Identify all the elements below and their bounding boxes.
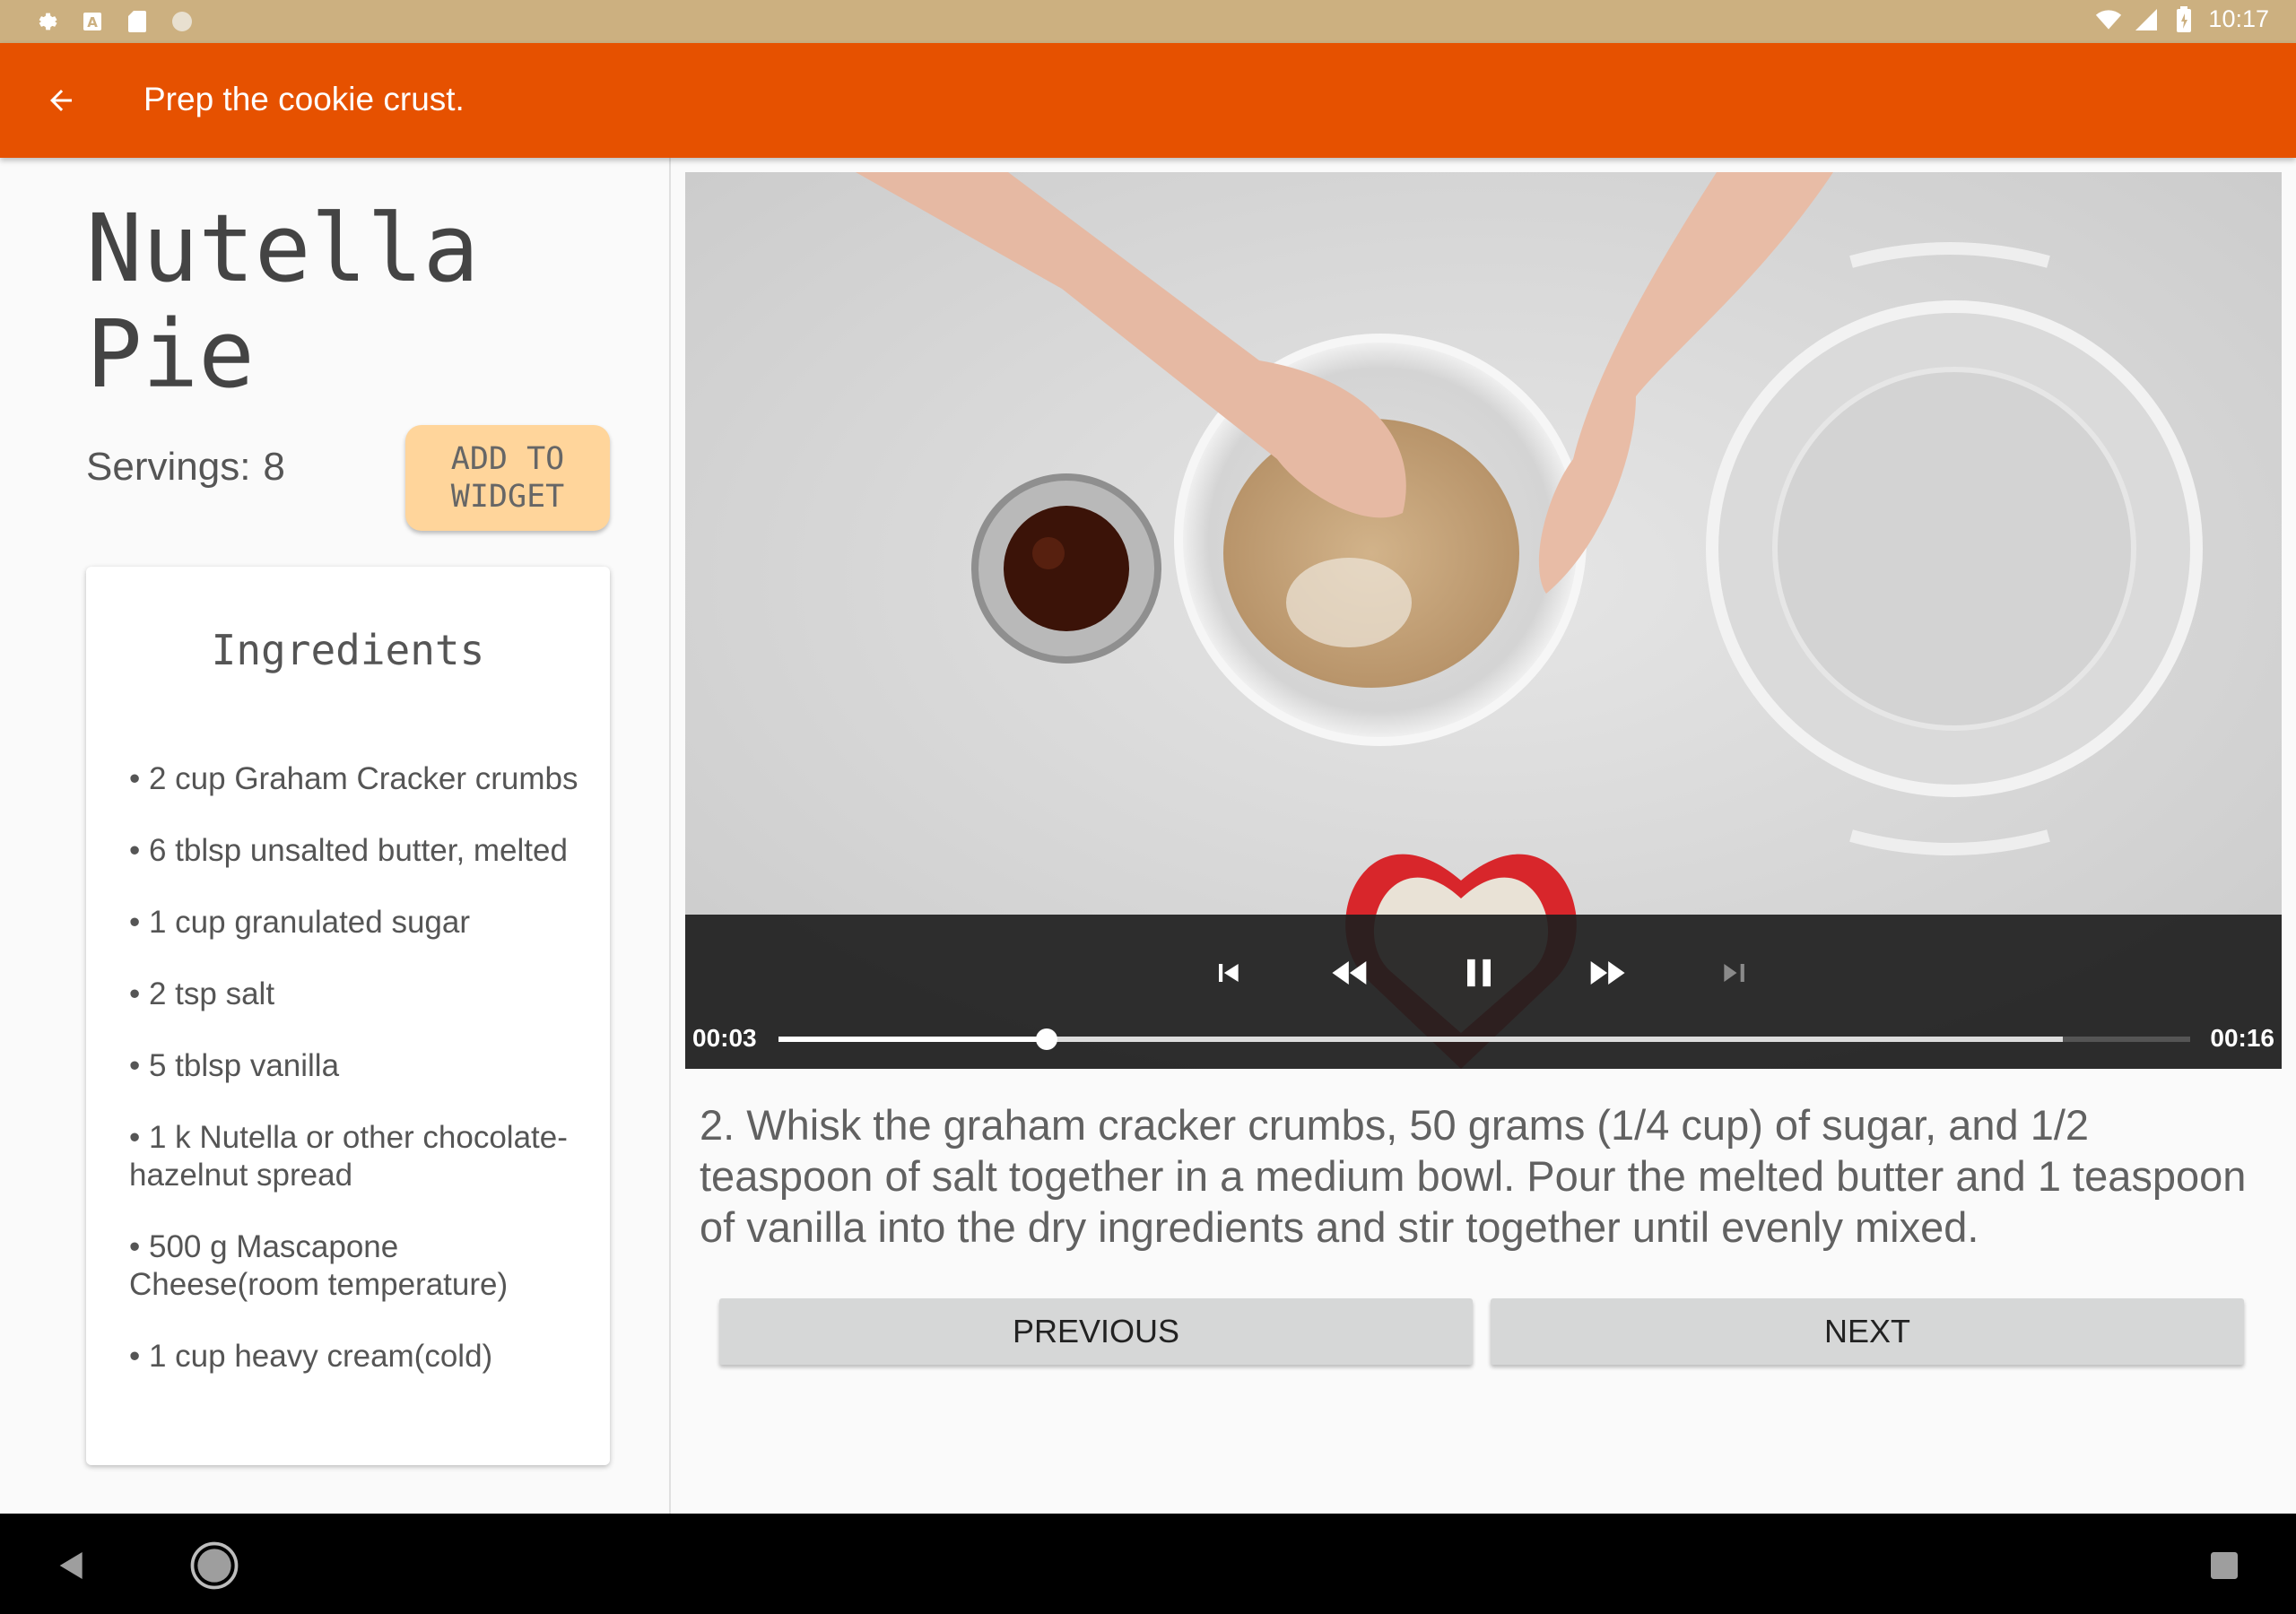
- recipe-name: Nutella Pie: [86, 194, 480, 409]
- sd-card-icon: [124, 8, 151, 35]
- arrow-left-icon: [50, 90, 72, 111]
- previous-button[interactable]: PREVIOUS: [719, 1298, 1473, 1365]
- pause-icon: [1467, 959, 1491, 987]
- ingredient-item: • 2 cup Graham Cracker crumbs: [129, 761, 578, 796]
- skip-next-button[interactable]: [1703, 941, 1766, 1004]
- fast-forward-button[interactable]: [1575, 941, 1638, 1004]
- page-title: Prep the cookie crust.: [144, 81, 465, 117]
- status-left-icons: A: [34, 8, 196, 35]
- ingredients-list: • 2 cup Graham Cracker crumbs • 6 tblsp …: [129, 760, 587, 1410]
- status-right-icons: 10:17: [2095, 5, 2269, 33]
- battery-icon: [2170, 5, 2197, 33]
- step-description: 2. Whisk the graham cracker crumbs, 50 g…: [700, 1101, 2247, 1251]
- skip-next-icon: [1724, 964, 1744, 982]
- system-home-button[interactable]: [186, 1537, 243, 1594]
- font-a-icon: A: [79, 8, 106, 35]
- ingredient-item: • 500 g Mascapone Cheese(room temperatur…: [129, 1229, 509, 1302]
- skip-previous-button[interactable]: [1196, 941, 1259, 1004]
- gear-icon: [34, 8, 61, 35]
- next-button[interactable]: NEXT: [1491, 1298, 2244, 1365]
- ingredient-item: • 2 tsp salt: [129, 976, 275, 1011]
- back-triangle-icon: [59, 1552, 83, 1579]
- ingredient-item: • 5 tblsp vanilla: [129, 1048, 340, 1083]
- pause-button[interactable]: [1448, 941, 1510, 1004]
- servings-label: Servings:: [86, 445, 251, 489]
- fast-forward-icon: [1590, 961, 1625, 985]
- ingredient-item: • 1 k Nutella or other chocolate-hazelnu…: [129, 1120, 568, 1193]
- status-time: 10:17: [2208, 5, 2269, 32]
- seek-thumb[interactable]: [1036, 1028, 1058, 1050]
- signal-icon: [2133, 6, 2160, 33]
- rewind-button[interactable]: [1319, 941, 1382, 1004]
- seek-played: [778, 1037, 1048, 1042]
- status-bar: A 10:17: [0, 0, 2296, 43]
- seek-bar[interactable]: [778, 1028, 2190, 1050]
- player-controls: 00:03 00:16: [685, 915, 2282, 1069]
- circle-icon: [169, 8, 196, 35]
- recipe-detail-pane: Nutella Pie Servings: 8 ADD TO WIDGET Ing…: [0, 158, 671, 1514]
- system-back-button[interactable]: [43, 1537, 100, 1594]
- home-circle-icon: [190, 1541, 239, 1590]
- back-button[interactable]: [39, 79, 83, 122]
- current-time: 00:03: [692, 1024, 757, 1052]
- system-nav-bar: [0, 1514, 2296, 1614]
- wifi-icon: [2095, 6, 2122, 33]
- recents-square-icon: [2211, 1552, 2238, 1579]
- ingredient-item: • 6 tblsp unsalted butter, melted: [129, 833, 568, 868]
- servings: Servings: 8: [86, 445, 285, 490]
- ingredient-item: • 1 cup granulated sugar: [129, 905, 471, 940]
- ingredient-item: • 1 cup heavy cream(cold): [129, 1339, 493, 1374]
- duration-time: 00:16: [2210, 1024, 2274, 1052]
- add-to-widget-button[interactable]: ADD TO WIDGET: [405, 425, 610, 531]
- svg-text:A: A: [87, 14, 98, 30]
- rewind-icon: [1332, 961, 1367, 985]
- system-recents-button[interactable]: [2196, 1537, 2253, 1594]
- video-player[interactable]: 00:03 00:16: [685, 172, 2282, 1069]
- ingredients-heading: Ingredients: [211, 626, 485, 674]
- servings-value: 8: [263, 445, 285, 489]
- ingredients-card: Ingredients • 2 cup Graham Cracker crumb…: [86, 567, 610, 1465]
- app-bar: Prep the cookie crust.: [0, 43, 2296, 158]
- skip-previous-icon: [1219, 964, 1239, 982]
